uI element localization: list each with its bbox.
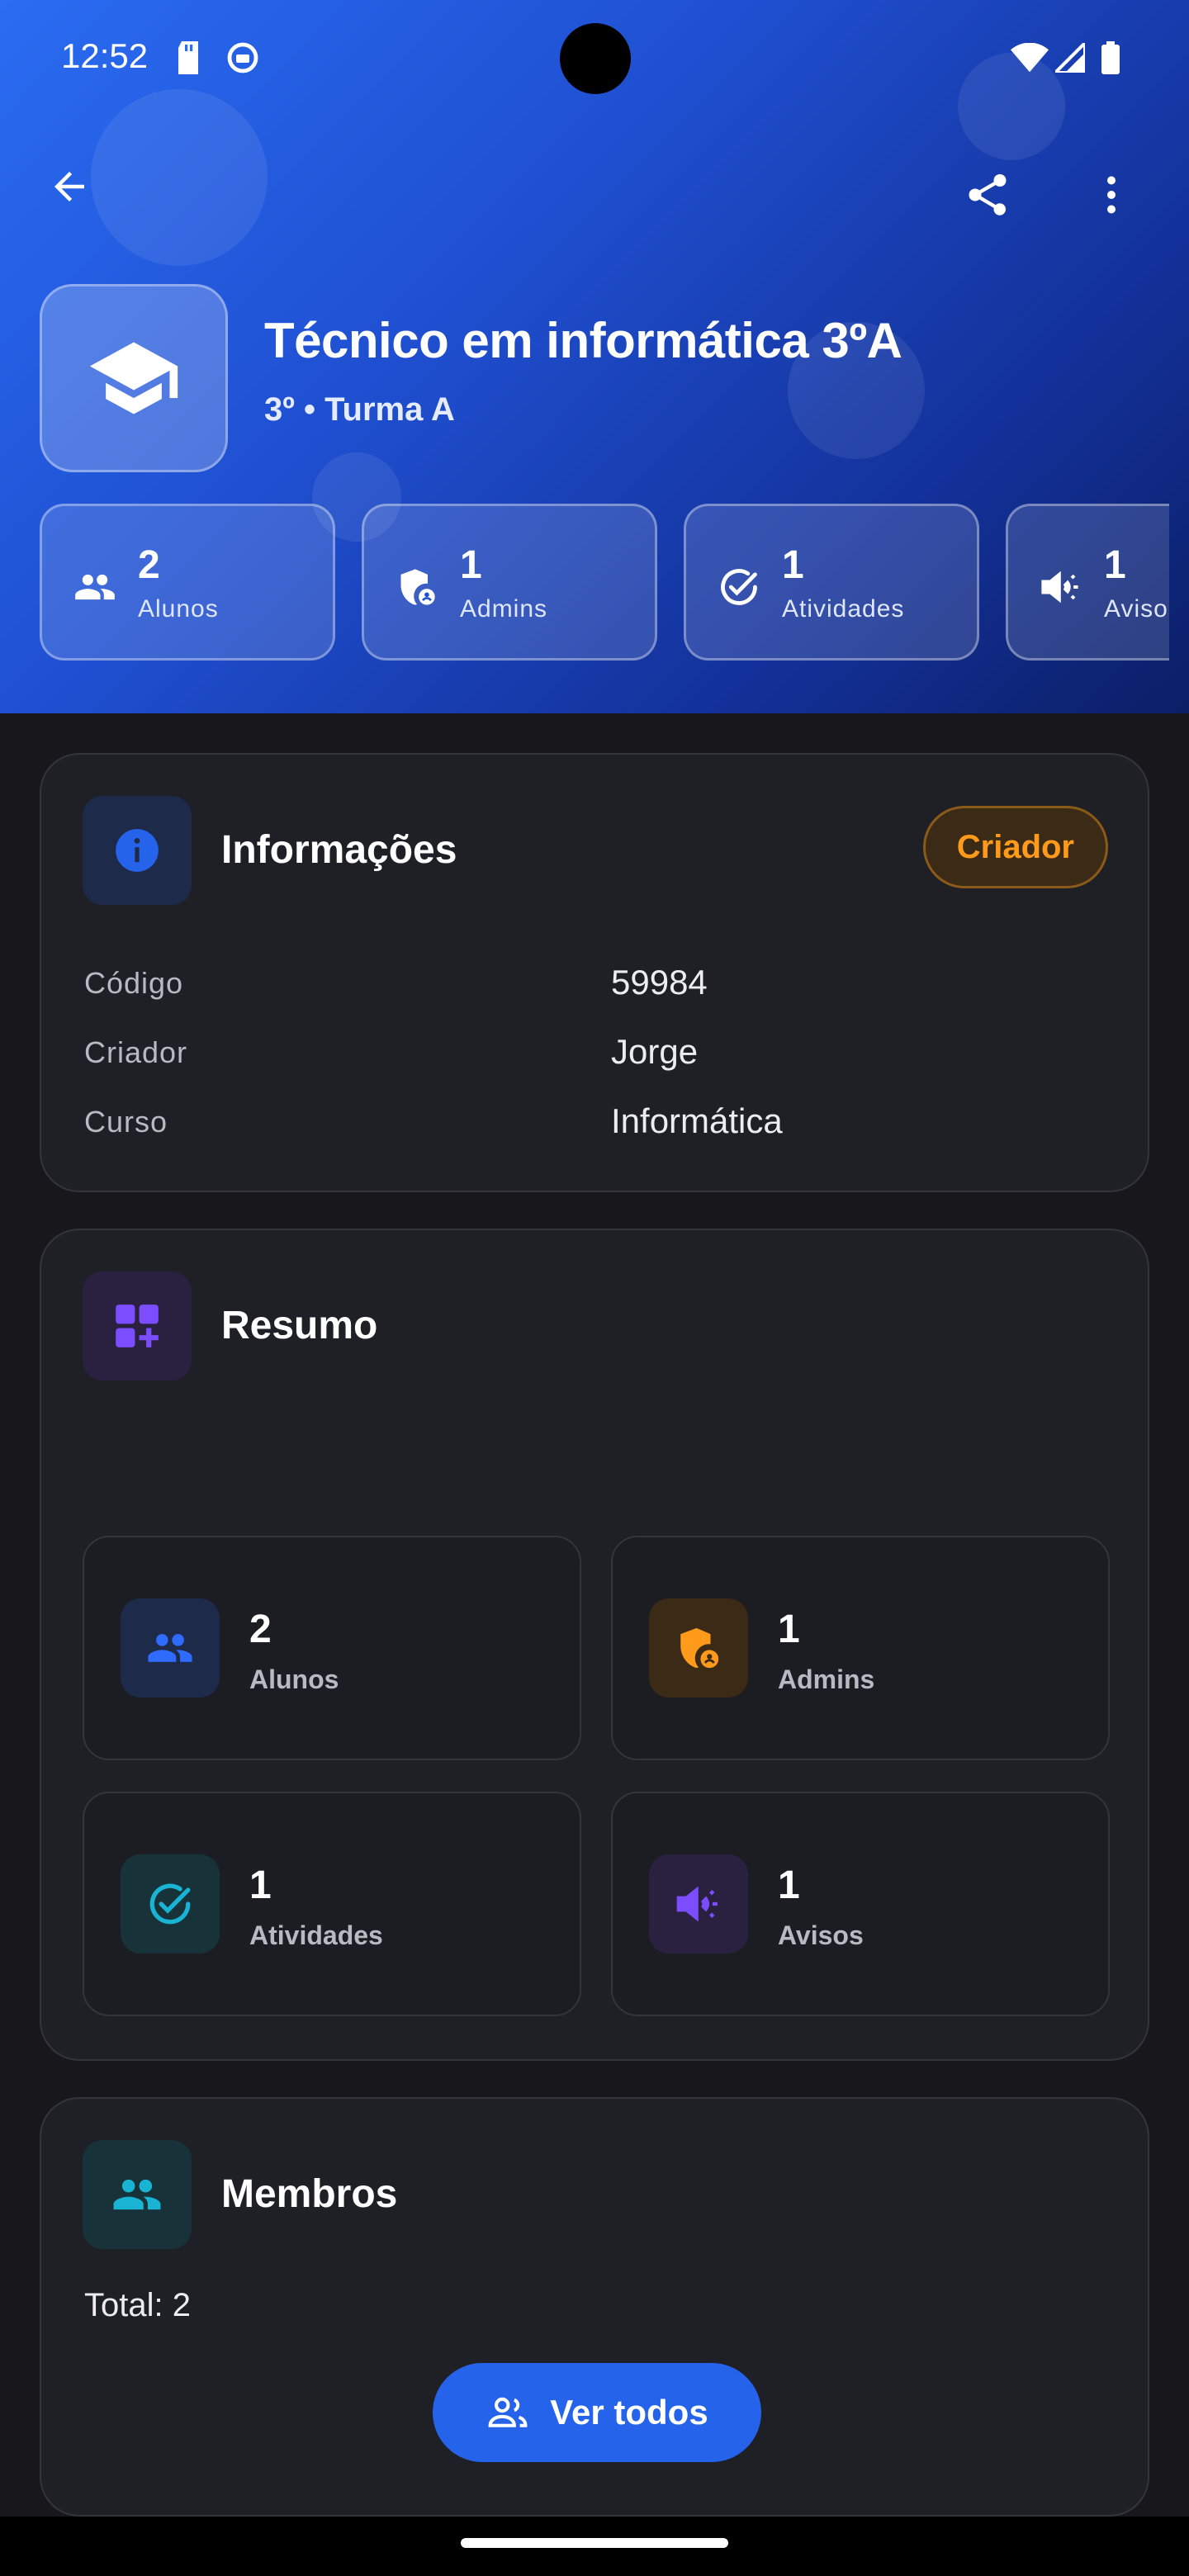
- stat-chip-avisos[interactable]: 1 Avisos: [1006, 504, 1169, 661]
- tile-value: 1: [778, 1608, 800, 1651]
- admin-shield-icon: [649, 1598, 748, 1698]
- summary-card-title: Resumo: [221, 1304, 378, 1347]
- stat-label: Admins: [460, 595, 548, 623]
- megaphone-icon: [649, 1854, 748, 1953]
- stat-value: 1: [1104, 543, 1126, 587]
- info-value-curso: Informática: [611, 1101, 783, 1140]
- tile-value: 2: [249, 1608, 272, 1651]
- info-card-title: Informações: [221, 828, 457, 872]
- notification-app-icon: [226, 41, 259, 78]
- info-label-curso: Curso: [84, 1105, 168, 1139]
- home-gesture-handle[interactable]: [461, 2538, 728, 2548]
- class-avatar: [40, 284, 228, 472]
- role-badge: Criador: [922, 806, 1108, 888]
- members-card-title: Membros: [221, 2172, 398, 2216]
- share-button[interactable]: [958, 165, 1017, 225]
- summary-card-icon: [83, 1271, 192, 1380]
- stat-label: Avisos: [1104, 595, 1169, 623]
- tile-label: Atividades: [249, 1920, 383, 1950]
- share-icon: [969, 174, 1007, 215]
- more-options-button[interactable]: [1082, 165, 1141, 225]
- info-value-criador: Jorge: [611, 1032, 699, 1071]
- stat-chip-atividades[interactable]: 1 Atividades: [684, 504, 979, 661]
- stat-chips-row[interactable]: 2 Alunos 1 Admins 1 Atividades 1 Avisos: [0, 495, 1169, 677]
- summary-tile-avisos[interactable]: 1 Avisos: [611, 1792, 1110, 2016]
- dashboard-add-icon: [116, 1305, 159, 1347]
- stat-chip-admins[interactable]: 1 Admins: [362, 504, 657, 661]
- info-card-icon: [83, 796, 192, 905]
- class-header: 12:52 Técnico em informática 3ºA 3º • Tu…: [0, 0, 1189, 713]
- members-total: Total: 2: [84, 2287, 191, 2323]
- battery-icon: [1101, 41, 1120, 78]
- stat-value: 2: [138, 543, 160, 587]
- megaphone-icon: [1040, 566, 1082, 613]
- info-value-codigo: 59984: [611, 963, 708, 1002]
- tile-value: 1: [249, 1863, 272, 1907]
- check-circle-icon: [718, 566, 760, 613]
- view-all-label: Ver todos: [550, 2393, 708, 2432]
- tile-value: 1: [778, 1863, 800, 1907]
- stat-value: 1: [782, 543, 804, 587]
- tile-label: Alunos: [249, 1664, 339, 1694]
- admin-shield-icon: [396, 566, 438, 613]
- summary-tile-atividades[interactable]: 1 Atividades: [83, 1792, 581, 2016]
- info-label-codigo: Código: [84, 966, 184, 1000]
- class-title: Técnico em informática 3ºA: [264, 313, 902, 368]
- wifi-icon: [1011, 42, 1049, 77]
- graduation-cap-icon: [89, 342, 178, 414]
- arrow-back-icon: [54, 172, 84, 201]
- more-vert-icon: [1107, 176, 1116, 214]
- stat-value: 1: [460, 543, 482, 587]
- back-button[interactable]: [40, 157, 99, 216]
- summary-tile-admins[interactable]: 1 Admins: [611, 1536, 1110, 1760]
- tile-label: Avisos: [778, 1920, 864, 1950]
- info-icon: [116, 829, 159, 872]
- info-label-criador: Criador: [84, 1035, 188, 1069]
- people-outline-icon: [488, 2397, 528, 2427]
- summary-card: Resumo 2 Alunos 1 Admins 1 Atividades 1 …: [40, 1229, 1149, 2061]
- tile-label: Admins: [778, 1664, 875, 1694]
- people-icon: [113, 2179, 161, 2210]
- status-bar: 12:52: [0, 0, 1189, 119]
- members-card-icon: [83, 2140, 192, 2249]
- check-circle-icon: [121, 1854, 220, 1953]
- status-time: 12:52: [61, 36, 149, 75]
- cellular-signal-icon: [1051, 39, 1087, 77]
- people-icon: [121, 1598, 220, 1698]
- camera-cutout: [560, 23, 631, 94]
- stat-label: Alunos: [138, 595, 219, 623]
- view-all-members-button[interactable]: Ver todos: [433, 2363, 761, 2462]
- info-card: Informações Criador Código 59984 Criador…: [40, 753, 1149, 1192]
- sd-card-icon: [175, 41, 201, 78]
- members-card: Membros Total: 2 Ver todos: [40, 2097, 1149, 2517]
- summary-tile-alunos[interactable]: 2 Alunos: [83, 1536, 581, 1760]
- stat-label: Atividades: [782, 595, 905, 623]
- stat-chip-alunos[interactable]: 2 Alunos: [40, 504, 335, 661]
- class-subtitle: 3º • Turma A: [264, 391, 455, 428]
- people-icon: [73, 566, 116, 613]
